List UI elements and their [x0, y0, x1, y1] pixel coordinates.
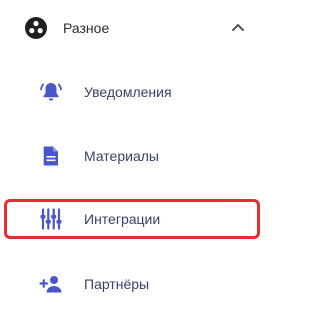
sidebar-item-label: Интеграции — [84, 211, 161, 227]
sidebar-item-label: Партнёры — [84, 276, 150, 292]
sidebar-item-notifications[interactable]: Уведомления — [4, 72, 260, 112]
sidebar-item-partners[interactable]: Партнёры — [4, 264, 260, 304]
document-icon — [43, 146, 58, 166]
dots-circle-icon — [25, 17, 47, 39]
sidebar-menu: Разное Уведомления Материалы Интеграции … — [0, 0, 265, 321]
sliders-icon — [40, 208, 62, 230]
sidebar-item-materials[interactable]: Материалы — [4, 136, 260, 176]
section-header-label: Разное — [63, 20, 110, 36]
sidebar-item-label: Уведомления — [84, 84, 172, 100]
bell-icon — [40, 83, 62, 101]
section-header-misc[interactable]: Разное — [0, 0, 265, 56]
sidebar-item-label: Материалы — [84, 148, 159, 164]
chevron-up-icon[interactable] — [228, 17, 248, 37]
sidebar-item-integrations[interactable]: Интеграции — [4, 199, 260, 239]
add-user-icon — [39, 276, 62, 293]
